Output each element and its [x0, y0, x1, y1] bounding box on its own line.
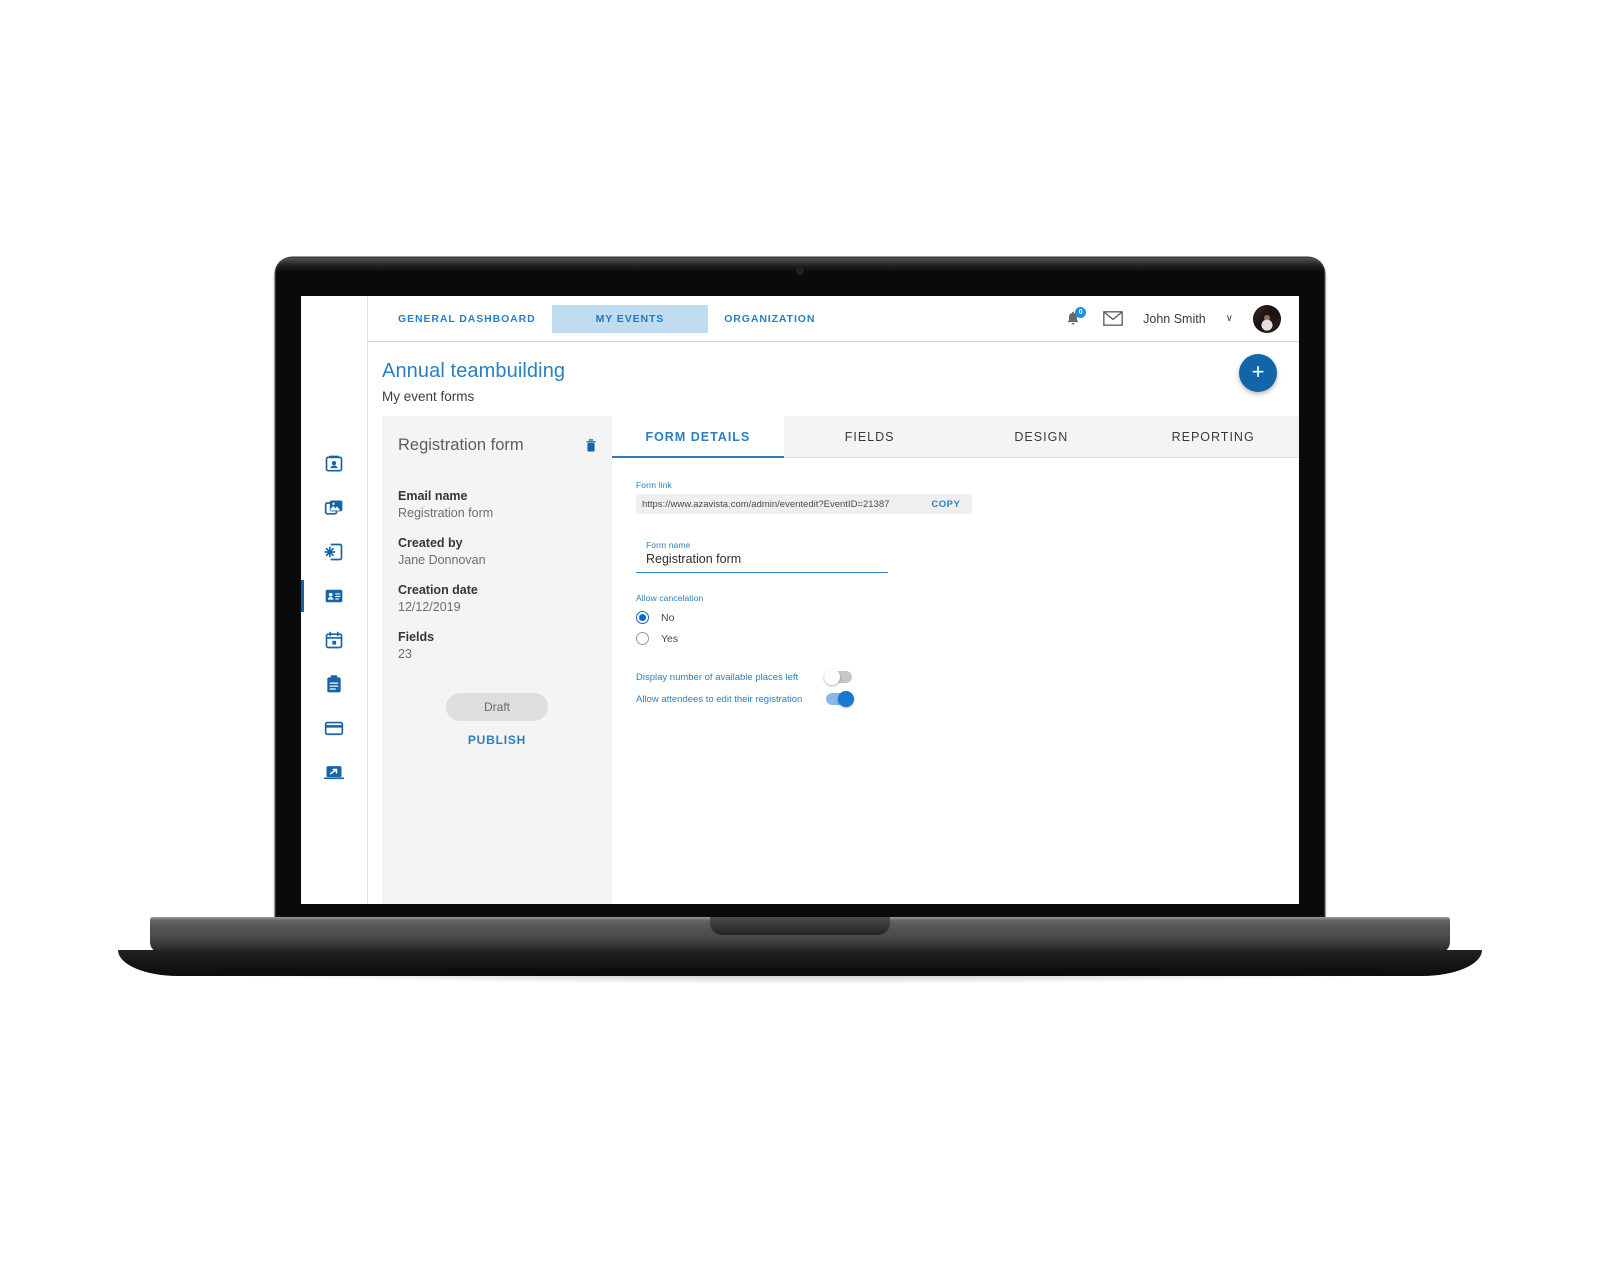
toggle-available-places[interactable]	[824, 669, 852, 685]
form-info-fields: Email name Registration form Created by …	[398, 489, 612, 661]
sidebar-item-calendar[interactable]	[301, 618, 368, 662]
chevron-down-icon[interactable]: ∨	[1226, 313, 1233, 324]
badge-icon	[324, 454, 344, 474]
content-body: Registration form Email name Registratio…	[368, 416, 1299, 904]
publish-button[interactable]: PUBLISH	[398, 733, 596, 747]
form-info-header: Registration form	[398, 436, 612, 455]
form-link-label: Form link	[636, 480, 672, 490]
share-export-icon	[324, 762, 344, 782]
toggle-knob	[838, 691, 854, 707]
radio-yes-label: Yes	[661, 632, 679, 645]
info-field-value: 12/12/2019	[398, 600, 461, 614]
info-field: Email name Registration form	[398, 489, 612, 520]
top-navigation: GENERAL DASHBOARD MY EVENTS ORGANIZATION…	[368, 296, 1299, 342]
contact-card-icon	[324, 586, 344, 606]
laptop-screen: GENERAL DASHBOARD MY EVENTS ORGANIZATION…	[301, 296, 1299, 904]
avatar[interactable]	[1253, 304, 1281, 333]
trash-icon	[586, 439, 596, 452]
application-window: GENERAL DASHBOARD MY EVENTS ORGANIZATION…	[301, 296, 1299, 904]
copy-link-button[interactable]: COPY	[931, 499, 960, 510]
sidebar-item-clipboard[interactable]	[301, 662, 368, 706]
toggle-edit-registration[interactable]	[826, 691, 854, 707]
sidebar-rail	[301, 296, 368, 904]
add-form-button[interactable]: +	[1239, 354, 1277, 392]
info-field-key: Created by	[398, 536, 463, 550]
toggle-group: Display number of available places left …	[636, 669, 1299, 707]
toggle-available-places-label: Display number of available places left	[636, 671, 799, 683]
plus-icon: +	[1251, 359, 1265, 384]
form-info-title: Registration form	[398, 436, 524, 454]
sidebar-item-page-settings[interactable]	[301, 530, 368, 574]
info-field-key: Creation date	[398, 583, 478, 597]
webcam-icon	[797, 269, 803, 274]
toggle-knob	[824, 669, 840, 685]
radio-option-no[interactable]: No	[636, 611, 1299, 624]
nav-right-cluster: 0 John Smith ∨	[1065, 304, 1299, 333]
radio-no-icon	[636, 611, 649, 624]
page-subtitle: My event forms	[382, 389, 475, 404]
nav-tab-general-dashboard[interactable]: GENERAL DASHBOARD	[382, 305, 552, 333]
status-actions: Draft PUBLISH	[398, 693, 612, 747]
clipboard-icon	[324, 674, 344, 694]
allow-cancelation-label: Allow cancelation	[636, 593, 704, 603]
messages-button[interactable]	[1103, 311, 1123, 326]
form-link-row: https://www.azavista.com/admin/eventedit…	[636, 494, 973, 514]
toggle-edit-registration-label: Allow attendees to edit their registrati…	[636, 693, 803, 705]
laptop-base-notch	[710, 917, 890, 935]
allow-cancelation-group: Allow cancelation No Yes	[636, 593, 1299, 645]
page-title: Annual teambuilding	[382, 360, 566, 382]
delete-form-button[interactable]	[586, 439, 596, 452]
laptop-lid: GENERAL DASHBOARD MY EVENTS ORGANIZATION…	[276, 258, 1324, 920]
form-name-input[interactable]	[636, 550, 888, 573]
info-field-value: 23	[398, 647, 412, 661]
nav-tab-my-events[interactable]: MY EVENTS	[551, 304, 709, 333]
tab-form-details[interactable]: FORM DETAILS	[612, 416, 784, 458]
nav-tab-organization[interactable]: ORGANIZATION	[708, 305, 831, 333]
info-field: Fields 23	[398, 630, 612, 661]
radio-no-label: No	[661, 611, 675, 624]
info-field: Created by Jane Donnovan	[398, 536, 612, 567]
form-name-group: Form name	[636, 540, 888, 573]
tab-design[interactable]: DESIGN	[956, 416, 1128, 457]
notifications-button[interactable]: 0	[1065, 306, 1087, 328]
tab-bar: FORM DETAILS FIELDS DESIGN REPORTING	[612, 416, 1299, 458]
sidebar-item-credit-card[interactable]	[301, 706, 368, 750]
radio-option-yes[interactable]: Yes	[636, 632, 1299, 645]
form-info-panel: Registration form Email name Registratio…	[382, 416, 612, 904]
envelope-icon	[1103, 311, 1123, 326]
status-badge[interactable]: Draft	[445, 693, 548, 721]
form-link-group: Form link https://www.azavista.com/admin…	[636, 480, 1299, 514]
notification-badge: 0	[1075, 306, 1087, 318]
sidebar-item-gallery[interactable]	[301, 486, 368, 530]
toggle-row-edit-registration: Allow attendees to edit their registrati…	[636, 691, 1299, 707]
radio-yes-icon	[636, 632, 649, 645]
form-name-label: Form name	[646, 540, 691, 550]
nav-tab-list: GENERAL DASHBOARD MY EVENTS ORGANIZATION	[382, 304, 831, 333]
sidebar-item-share-export[interactable]	[301, 750, 368, 794]
screenshot-root: GENERAL DASHBOARD MY EVENTS ORGANIZATION…	[0, 0, 1600, 1276]
info-field-key: Fields	[398, 630, 435, 644]
info-field: Creation date 12/12/2019	[398, 583, 612, 614]
gallery-icon	[324, 498, 344, 518]
sidebar-item-contact-card[interactable]	[301, 574, 368, 618]
user-name-label[interactable]: John Smith	[1143, 312, 1206, 326]
tab-reporting[interactable]: REPORTING	[1127, 416, 1299, 457]
page-settings-icon	[324, 542, 344, 562]
form-details-content: Form link https://www.azavista.com/admin…	[612, 458, 1299, 904]
calendar-icon	[324, 630, 344, 650]
form-tab-panel: FORM DETAILS FIELDS DESIGN REPORTING For…	[612, 416, 1299, 904]
info-field-value: Registration form	[398, 506, 494, 520]
sidebar-item-badge[interactable]	[301, 442, 368, 486]
main-column: GENERAL DASHBOARD MY EVENTS ORGANIZATION…	[368, 296, 1299, 904]
laptop-shadow	[150, 968, 1450, 984]
form-link-value: https://www.azavista.com/admin/eventedit…	[642, 498, 890, 510]
page-header: Annual teambuilding My event forms +	[368, 342, 1299, 416]
tab-fields[interactable]: FIELDS	[784, 416, 956, 457]
credit-card-icon	[324, 718, 344, 738]
toggle-row-available-places: Display number of available places left	[636, 669, 1299, 685]
info-field-key: Email name	[398, 489, 468, 503]
info-field-value: Jane Donnovan	[398, 553, 486, 567]
